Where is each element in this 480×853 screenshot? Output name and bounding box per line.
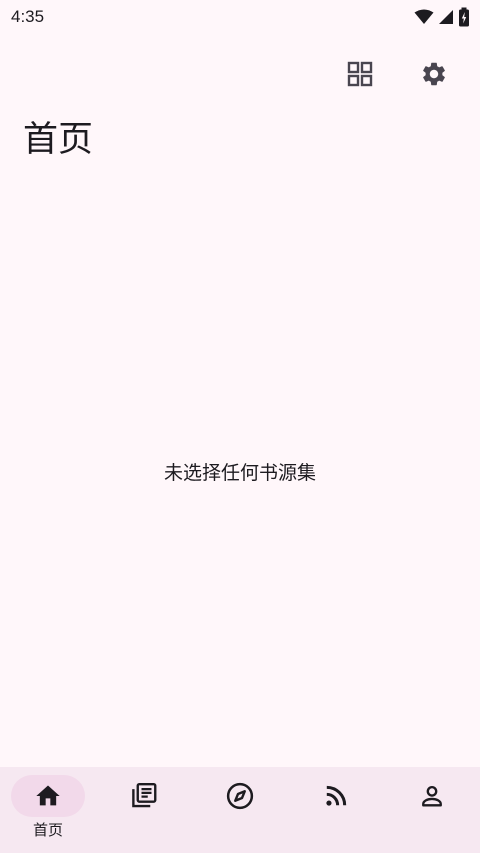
settings-button[interactable] <box>416 52 452 96</box>
nav-item-rss[interactable] <box>288 767 384 853</box>
status-time: 4:35 <box>11 7 45 26</box>
nav-indicator <box>107 775 181 817</box>
wifi-icon <box>414 9 434 25</box>
person-icon <box>418 782 446 810</box>
home-icon <box>34 782 62 810</box>
status-bar: 4:35 <box>0 0 480 34</box>
bottom-navigation: 首页 <box>0 767 480 853</box>
library-icon <box>129 781 159 811</box>
battery-charging-icon <box>458 7 470 27</box>
nav-item-home[interactable]: 首页 <box>0 767 96 853</box>
settings-gear-icon <box>420 60 448 88</box>
nav-label-home: 首页 <box>32 821 63 839</box>
grid-view-icon <box>347 61 373 87</box>
nav-indicator <box>395 775 469 817</box>
top-actions <box>342 52 452 96</box>
nav-item-profile[interactable] <box>384 767 480 853</box>
compass-icon <box>225 781 255 811</box>
grid-view-button[interactable] <box>342 52 378 96</box>
nav-indicator <box>299 775 373 817</box>
nav-item-discover[interactable] <box>192 767 288 853</box>
page-title: 首页 <box>23 120 94 160</box>
nav-indicator <box>203 775 277 817</box>
rss-icon <box>323 783 349 809</box>
nav-active-indicator <box>11 775 85 817</box>
nav-item-library[interactable] <box>96 767 192 853</box>
status-icons <box>414 7 470 27</box>
empty-state-message: 未选择任何书源集 <box>163 462 316 484</box>
cell-signal-icon <box>438 9 454 25</box>
